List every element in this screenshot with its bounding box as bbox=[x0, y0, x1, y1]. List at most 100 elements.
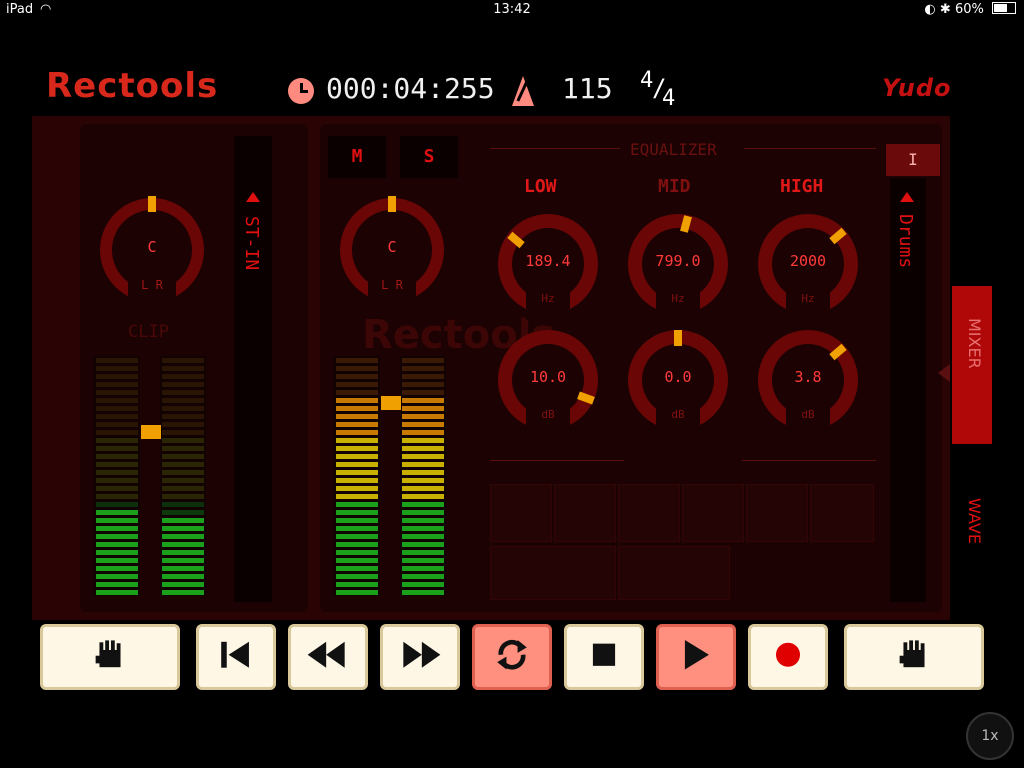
meter-segment bbox=[402, 494, 444, 499]
eq-high-gain-knob[interactable]: 3.8 dB bbox=[758, 330, 858, 436]
eq-band-mid-label: MID bbox=[658, 176, 691, 197]
maker-logo: Yudo bbox=[882, 74, 952, 102]
fast-forward-icon bbox=[403, 641, 441, 668]
meter-segment bbox=[402, 430, 444, 435]
meter-segment bbox=[162, 558, 204, 563]
eq-low-gain-knob[interactable]: 10.0 dB bbox=[498, 330, 598, 436]
hand-right-button[interactable] bbox=[844, 624, 984, 690]
play-icon bbox=[684, 639, 709, 670]
meter-segment bbox=[96, 566, 138, 571]
meter-segment bbox=[402, 550, 444, 555]
rewind-icon bbox=[307, 641, 345, 668]
meter-segment bbox=[96, 454, 138, 459]
input-select-arrow-icon[interactable] bbox=[246, 192, 260, 202]
meter-segment bbox=[336, 566, 378, 571]
track-pan-value: C bbox=[387, 238, 397, 256]
eq-high-gain-unit: dB bbox=[801, 408, 815, 421]
eq-high-freq-knob[interactable]: 2000 Hz bbox=[758, 214, 858, 320]
solo-button[interactable]: S bbox=[400, 136, 458, 178]
effect-pad[interactable] bbox=[810, 484, 874, 542]
hand-left-button[interactable] bbox=[40, 624, 180, 690]
meter-segment bbox=[162, 430, 204, 435]
track-fader-handle[interactable] bbox=[381, 396, 401, 410]
channel-number[interactable]: I bbox=[886, 144, 940, 176]
eq-band-high-label: HIGH bbox=[780, 176, 824, 197]
input-pan-knob[interactable]: C L R bbox=[100, 196, 204, 306]
meter-segment bbox=[162, 494, 204, 499]
effect-pad[interactable] bbox=[746, 484, 808, 542]
track-pan-knob[interactable]: C L R bbox=[340, 196, 444, 306]
eq-mid-freq-knob[interactable]: 799.0 Hz bbox=[628, 214, 728, 320]
meter-segment bbox=[96, 590, 138, 595]
rewind-button[interactable] bbox=[288, 624, 368, 690]
meter-segment bbox=[96, 374, 138, 379]
meter-segment bbox=[336, 526, 378, 531]
meter-segment bbox=[402, 462, 444, 467]
bluetooth-icon: ✱ bbox=[939, 2, 951, 17]
mute-button[interactable]: M bbox=[328, 136, 386, 178]
input-name-slot[interactable] bbox=[234, 136, 272, 602]
fast-forward-button[interactable] bbox=[380, 624, 460, 690]
tab-mixer-label: MIXER bbox=[965, 318, 984, 369]
tempo-value[interactable]: 115 bbox=[562, 72, 613, 105]
stop-button[interactable] bbox=[564, 624, 644, 690]
meter-segment bbox=[402, 478, 444, 483]
meter-segment bbox=[336, 446, 378, 451]
meter-segment bbox=[336, 430, 378, 435]
meter-segment bbox=[402, 590, 444, 595]
meter-segment bbox=[402, 414, 444, 419]
effect-pad[interactable] bbox=[490, 484, 552, 542]
effect-pad[interactable] bbox=[618, 546, 730, 600]
loop-button[interactable] bbox=[472, 624, 552, 690]
meter-segment bbox=[336, 574, 378, 579]
record-icon bbox=[775, 642, 801, 667]
meter-segment bbox=[402, 422, 444, 427]
meter-segment bbox=[402, 518, 444, 523]
input-meter-left bbox=[94, 356, 140, 596]
track-select-arrow-icon[interactable] bbox=[900, 192, 914, 202]
effect-pad[interactable] bbox=[618, 484, 680, 542]
effect-pad[interactable] bbox=[490, 546, 616, 600]
play-button[interactable] bbox=[656, 624, 736, 690]
meter-segment bbox=[162, 550, 204, 555]
speed-button[interactable]: 1x bbox=[966, 712, 1014, 760]
meter-segment bbox=[402, 390, 444, 395]
meter-segment bbox=[162, 534, 204, 539]
meter-segment bbox=[402, 502, 444, 507]
meter-segment bbox=[336, 438, 378, 443]
eq-divider-left bbox=[490, 460, 624, 461]
meter-segment bbox=[96, 534, 138, 539]
meter-segment bbox=[96, 398, 138, 403]
hand-icon bbox=[95, 640, 121, 668]
battery-indicator: ◐ ✱ 60% bbox=[924, 2, 1016, 17]
meter-segment bbox=[162, 422, 204, 427]
loop-icon bbox=[497, 639, 527, 670]
effect-pad[interactable] bbox=[682, 484, 744, 542]
input-pan-lr: L R bbox=[141, 278, 163, 292]
eq-mid-gain-knob[interactable]: 0.0 dB bbox=[628, 330, 728, 436]
record-button[interactable] bbox=[748, 624, 828, 690]
meter-segment bbox=[402, 406, 444, 411]
eq-high-gain-value: 3.8 bbox=[794, 368, 822, 386]
meter-segment bbox=[336, 550, 378, 555]
meter-segment bbox=[336, 478, 378, 483]
input-fader-handle[interactable] bbox=[141, 425, 161, 439]
meter-segment bbox=[336, 406, 378, 411]
eq-low-freq-knob[interactable]: 189.4 Hz bbox=[498, 214, 598, 320]
meter-segment bbox=[162, 590, 204, 595]
meter-segment bbox=[162, 462, 204, 467]
meter-segment bbox=[402, 534, 444, 539]
meter-segment bbox=[162, 446, 204, 451]
meter-segment bbox=[162, 454, 204, 459]
meter-segment bbox=[162, 406, 204, 411]
effect-pad[interactable] bbox=[554, 484, 616, 542]
eq-divider-right bbox=[742, 460, 876, 461]
meter-segment bbox=[96, 486, 138, 491]
eq-high-freq-value: 2000 bbox=[789, 252, 827, 270]
meter-segment bbox=[402, 366, 444, 371]
meter-segment bbox=[402, 374, 444, 379]
meter-segment bbox=[336, 494, 378, 499]
skip-to-start-button[interactable] bbox=[196, 624, 276, 690]
meter-segment bbox=[402, 526, 444, 531]
track-meter-right bbox=[400, 356, 446, 596]
